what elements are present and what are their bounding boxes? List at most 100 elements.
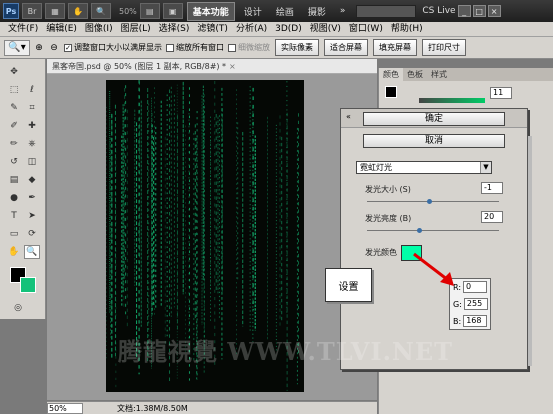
- menu-window[interactable]: 窗口(W): [345, 22, 387, 37]
- close-button[interactable]: ×: [487, 5, 501, 17]
- workspace-more-button[interactable]: »: [335, 4, 351, 18]
- resize-windows-label: 调整窗口大小以满屏显示: [74, 43, 162, 52]
- menu-edit[interactable]: 编辑(E): [42, 22, 81, 37]
- document-tab[interactable]: 黑客帝国.psd @ 50% (图层 1 副本, RGB/8#) * ×: [47, 59, 377, 74]
- neon-glow-filter-panel: « 确定 取消 霓虹灯光 ▼ 发光大小 (S) -1 发光亮度 (B) 20 发光…: [340, 108, 532, 370]
- g-label: G:: [453, 299, 462, 309]
- panel-tabs: 颜色 色板 样式: [379, 68, 553, 81]
- minimize-button[interactable]: _: [457, 5, 471, 17]
- actual-pixels-button[interactable]: 实际像素: [275, 39, 319, 56]
- glow-brightness-slider[interactable]: [367, 230, 499, 231]
- search-field[interactable]: [356, 4, 417, 18]
- glow-color-label: 发光颜色: [365, 248, 397, 257]
- color-slider[interactable]: [419, 98, 485, 103]
- b-row: B: 168: [453, 315, 488, 327]
- glow-size-thumb[interactable]: [427, 199, 432, 204]
- fill-screen-button[interactable]: 填充屏幕: [373, 39, 417, 56]
- glow-brightness-thumb[interactable]: [417, 228, 422, 233]
- screen-mode-icon[interactable]: ▣: [162, 3, 183, 19]
- cs-live-button[interactable]: CS Live: [422, 6, 455, 16]
- zoom-tool-icon[interactable]: 🔍: [24, 245, 40, 259]
- glow-size-input[interactable]: -1: [481, 182, 503, 194]
- r-value: 0: [463, 281, 488, 293]
- zoom-out-icon[interactable]: ⊖: [48, 42, 60, 54]
- status-bar: 50% 文档:1.38M/8.50M: [47, 401, 377, 414]
- history-brush-tool-icon[interactable]: ↺: [6, 155, 22, 169]
- print-size-button[interactable]: 打印尺寸: [422, 39, 466, 56]
- hand-tool-icon[interactable]: ✋: [6, 245, 22, 259]
- gradient-tool-icon[interactable]: ▤: [6, 173, 22, 187]
- move-tool-icon[interactable]: ✥: [6, 65, 22, 79]
- maximize-button[interactable]: □: [472, 5, 486, 17]
- menu-analysis[interactable]: 分析(A): [232, 22, 271, 37]
- zoom-all-windows-checkbox[interactable]: 缩放所有窗口: [166, 42, 224, 53]
- menu-image[interactable]: 图像(I): [81, 22, 117, 37]
- color-panel-swatch[interactable]: [385, 86, 397, 98]
- red-arrow-icon: [413, 252, 454, 286]
- fit-screen-button[interactable]: 适合屏幕: [324, 39, 368, 56]
- shape-tool-icon[interactable]: ▭: [6, 227, 22, 241]
- glow-size-slider[interactable]: [367, 201, 499, 202]
- 3d-rotate-tool-icon[interactable]: ⟳: [24, 227, 40, 241]
- glow-size-label: 发光大小 (S): [365, 185, 411, 194]
- glow-brightness-input[interactable]: 20: [481, 211, 503, 223]
- cancel-button[interactable]: 取消: [363, 134, 505, 148]
- quick-select-tool-icon[interactable]: ✎: [6, 101, 22, 115]
- dodge-tool-icon[interactable]: ●: [6, 191, 22, 205]
- workspace-basic-button[interactable]: 基本功能: [186, 1, 235, 21]
- tab-styles[interactable]: 样式: [427, 68, 451, 81]
- zoom-tool-preset-icon[interactable]: 🔍▾: [4, 39, 30, 56]
- brush-tool-icon[interactable]: ✏: [6, 137, 22, 151]
- marquee-tool-icon[interactable]: ⬚: [6, 83, 22, 97]
- panel-scrollbar[interactable]: [528, 136, 532, 366]
- zoom-level-field[interactable]: 50%: [47, 402, 83, 414]
- resize-windows-checkbox[interactable]: ✓ 调整窗口大小以满屏显示: [64, 42, 162, 53]
- zoom-all-label: 缩放所有窗口: [176, 43, 224, 52]
- hand-icon[interactable]: ✋: [68, 3, 88, 19]
- color-value-field[interactable]: 11: [490, 87, 512, 99]
- filter-select[interactable]: 霓虹灯光 ▼: [356, 161, 492, 174]
- blur-tool-icon[interactable]: ◆: [24, 173, 40, 187]
- zoom-in-icon[interactable]: ⊕: [33, 42, 45, 54]
- tab-color[interactable]: 颜色: [379, 68, 403, 81]
- background-color-swatch[interactable]: [20, 277, 36, 293]
- ps-logo: Ps: [3, 3, 19, 19]
- eyedropper-tool-icon[interactable]: ✐: [6, 119, 22, 133]
- menu-select[interactable]: 选择(S): [155, 22, 194, 37]
- collapse-arrow-icon[interactable]: «: [346, 112, 351, 121]
- callout-label: 设置: [325, 268, 372, 302]
- menu-view[interactable]: 视图(V): [306, 22, 345, 37]
- eraser-tool-icon[interactable]: ◫: [24, 155, 40, 169]
- zoom-icon[interactable]: 🔍: [91, 3, 111, 19]
- workspace-paint-button[interactable]: 绘画: [271, 3, 299, 20]
- pen-tool-icon[interactable]: ✒: [24, 191, 40, 205]
- ok-button[interactable]: 确定: [363, 112, 505, 126]
- menu-file[interactable]: 文件(F): [4, 22, 42, 37]
- zoom-dropdown[interactable]: 50%: [119, 7, 137, 16]
- g-value: 255: [463, 298, 488, 310]
- quick-mask-icon[interactable]: ◎: [10, 301, 26, 315]
- workspace-design-button[interactable]: 设计: [239, 3, 267, 20]
- menu-filter[interactable]: 滤镜(T): [193, 22, 232, 37]
- scrubby-zoom-checkbox[interactable]: 细微缩放: [228, 42, 270, 53]
- glow-brightness-label: 发光亮度 (B): [365, 214, 412, 223]
- crop-tool-icon[interactable]: ⌗: [24, 101, 40, 115]
- callout-text: 设置: [338, 281, 359, 293]
- bridge-icon[interactable]: Br: [22, 3, 42, 19]
- arrange-icon[interactable]: ▤: [139, 3, 160, 19]
- spot-heal-tool-icon[interactable]: ✚: [24, 119, 40, 133]
- lasso-tool-icon[interactable]: ℓ: [24, 83, 40, 97]
- checkmark-icon: ✓: [64, 43, 72, 52]
- menu-layer[interactable]: 图层(L): [117, 22, 155, 37]
- watermark: 腾龍視覺 WWW.TLVI.NET: [118, 337, 454, 366]
- workspace-photo-button[interactable]: 摄影: [303, 3, 331, 20]
- menu-help[interactable]: 帮助(H): [387, 22, 427, 37]
- minibridge-icon[interactable]: ▦: [45, 3, 65, 19]
- menu-3d[interactable]: 3D(D): [271, 22, 306, 37]
- tab-swatches[interactable]: 色板: [403, 68, 427, 81]
- type-tool-icon[interactable]: T: [6, 209, 22, 223]
- close-icon[interactable]: ×: [229, 59, 236, 74]
- clone-stamp-tool-icon[interactable]: ⎈: [24, 137, 40, 151]
- path-select-tool-icon[interactable]: ➤: [24, 209, 40, 223]
- title-bar: Ps Br ▦ ✋ 🔍 50% ▤ ▣ 基本功能 设计 绘画 摄影 » CS L…: [0, 0, 553, 22]
